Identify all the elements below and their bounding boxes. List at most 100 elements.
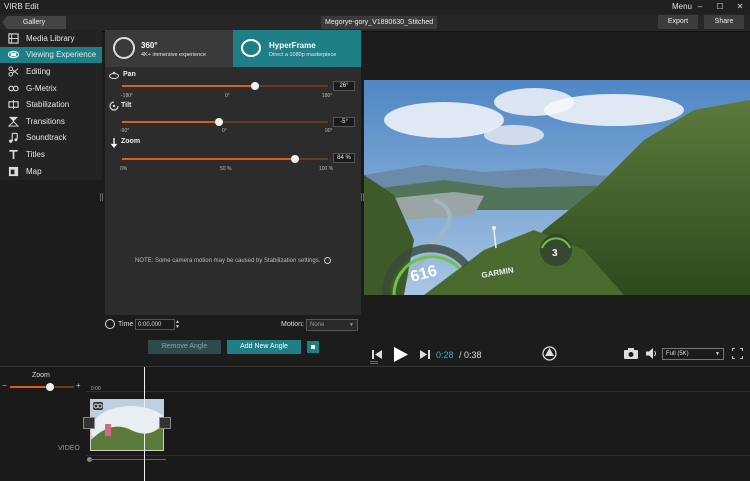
mode-hyperframe-subtitle: Direct a 1080p masterpiece (269, 52, 337, 58)
zoom-tick-max: 100 % (319, 166, 334, 172)
current-time: 0:28 (436, 350, 454, 360)
fullscreen-icon[interactable] (732, 348, 743, 359)
close-button[interactable]: ✕ (730, 0, 750, 14)
title-bar: VIRB Edit Menu – ☐ ✕ (0, 0, 750, 14)
time-input[interactable]: 0:00.000 (135, 319, 175, 330)
remove-angle-button[interactable]: Remove Angle (148, 340, 221, 354)
share-button[interactable]: Share (704, 15, 744, 29)
volume-icon[interactable] (646, 348, 658, 359)
hyperframe-icon (241, 39, 261, 57)
view-360-icon[interactable] (542, 346, 557, 361)
tilt-tick-max: 90° (325, 128, 333, 134)
small-gauge: 3 (540, 234, 572, 266)
pan-icon (109, 71, 119, 79)
sidebar-item-label: Soundtrack (26, 133, 67, 143)
angle-list-button[interactable] (307, 341, 319, 353)
list-icon (311, 345, 315, 349)
sidebar-item-transitions[interactable]: Transitions (0, 113, 102, 130)
motion-dropdown[interactable]: None ▼ (306, 319, 358, 331)
tilt-value-input[interactable]: -5° (333, 117, 355, 127)
add-new-angle-button[interactable]: Add New Angle (227, 340, 301, 354)
angle-row: Remove Angle Add New Angle (105, 340, 361, 354)
pan-tick-mid: 0° (225, 93, 230, 99)
play-icon[interactable] (394, 347, 408, 362)
menu-button[interactable]: Menu (672, 2, 692, 11)
time-spinner[interactable]: ▲ ▼ (175, 320, 181, 330)
minimize-button[interactable]: – (690, 0, 710, 14)
clip-trim-left[interactable] (83, 417, 95, 429)
pan-slider-thumb[interactable] (250, 82, 259, 90)
quality-dropdown[interactable]: Full (5K) ▼ (662, 348, 724, 360)
viewing-experience-panel: 360° 4K+ immersive experience HyperFrame… (105, 30, 361, 315)
play-circle-icon[interactable] (324, 257, 332, 264)
map-icon (6, 165, 20, 177)
video-clip[interactable] (90, 399, 164, 451)
time-label: Time (118, 321, 134, 328)
zoom-tick-min: 0% (120, 166, 128, 172)
camera-icon[interactable] (624, 348, 638, 359)
globe-icon (113, 37, 135, 59)
stabilization-note: NOTE: Some camera motion may be caused b… (105, 257, 361, 264)
zoom-tick-mid: 50 % (220, 166, 232, 172)
zoom-value-input[interactable]: 84 % (333, 153, 355, 163)
mode-hyperframe-title: HyperFrame (269, 41, 316, 50)
maximize-button[interactable]: ☐ (710, 0, 730, 14)
sidebar-item-label: Viewing Experience (26, 50, 97, 60)
zoom-label: Zoom (121, 138, 141, 145)
pan-tick-min: -180° (121, 93, 134, 99)
sidebar-item-label: Editing (26, 66, 51, 76)
sidebar-item-label: Titles (26, 149, 45, 159)
sidebar-resize-handle[interactable] (100, 193, 103, 201)
project-name: Megorye-gory_V1890630_Stitched (321, 16, 438, 29)
sidebar-item-label: G-Metrix (26, 83, 57, 93)
video-preview[interactable]: 616 GARMIN 3 (364, 80, 750, 295)
timeline-zoom-thumb[interactable] (46, 383, 54, 391)
sidebar-item-label: Map (26, 166, 42, 176)
transitions-icon (6, 115, 20, 127)
pan-value-input[interactable]: 26° (333, 81, 355, 91)
pan-label: Pan (123, 71, 136, 78)
mode-360-subtitle: 4K+ immersive experience (141, 52, 206, 58)
viewing-experience-icon (6, 49, 20, 61)
chevron-down-icon: ▼ (715, 351, 720, 357)
sidebar-item-editing[interactable]: Editing (0, 63, 102, 80)
app-title: VIRB Edit (4, 2, 39, 11)
zoom-in-button[interactable]: + (76, 381, 81, 390)
sidebar-item-soundtrack[interactable]: Soundtrack (0, 130, 102, 147)
sidebar-item-label: Stabilization (26, 100, 70, 110)
small-gauge-value: 3 (552, 248, 558, 259)
zoom-slider-thumb[interactable] (291, 155, 300, 163)
stabilization-icon (6, 99, 20, 111)
mode-360-button[interactable]: 360° 4K+ immersive experience (105, 30, 233, 67)
sidebar-item-media-library[interactable]: Media Library (0, 30, 102, 47)
sidebar-item-map[interactable]: Map (0, 163, 102, 180)
export-button[interactable]: Export (658, 15, 698, 29)
skip-back-icon[interactable] (372, 350, 382, 359)
stabilization-note-text: NOTE: Some camera motion may be caused b… (134, 258, 321, 265)
sidebar-item-g-metrix[interactable]: G-Metrix (0, 80, 102, 97)
motion-dropdown-value: None (310, 322, 325, 328)
sidebar-item-viewing-experience[interactable]: Viewing Experience (0, 46, 102, 64)
quality-dropdown-value: Full (5K) (666, 351, 689, 357)
motion-label: Motion: (281, 321, 304, 328)
gallery-button[interactable]: Gallery (2, 16, 66, 29)
sidebar-item-label: Transitions (26, 116, 65, 126)
zoom-out-button[interactable]: − (2, 381, 7, 390)
video-track-label: VIDEO (58, 445, 80, 452)
tilt-icon (109, 101, 119, 111)
playhead[interactable] (144, 367, 145, 481)
tilt-slider-thumb[interactable] (215, 118, 224, 126)
tilt-label: Tilt (121, 102, 132, 109)
sidebar-item-stabilization[interactable]: Stabilization (0, 96, 102, 113)
total-time: 0:38 (464, 350, 482, 360)
timeline-resize-handle[interactable] (370, 361, 378, 364)
clip-trim-right[interactable] (159, 417, 171, 429)
sidebar-item-titles[interactable]: Titles (0, 146, 102, 163)
player-controls: 0:28 / 0:38 Full (5K) ▼ (364, 342, 750, 366)
mode-hyperframe-button[interactable]: HyperFrame Direct a 1080p masterpiece (233, 30, 361, 67)
skip-forward-icon[interactable] (420, 350, 430, 359)
timeline-ruler[interactable] (86, 391, 750, 392)
music-note-icon (6, 132, 20, 144)
zoom-arrow-icon (110, 138, 118, 148)
video-frame-image: 616 GARMIN 3 (364, 80, 750, 295)
